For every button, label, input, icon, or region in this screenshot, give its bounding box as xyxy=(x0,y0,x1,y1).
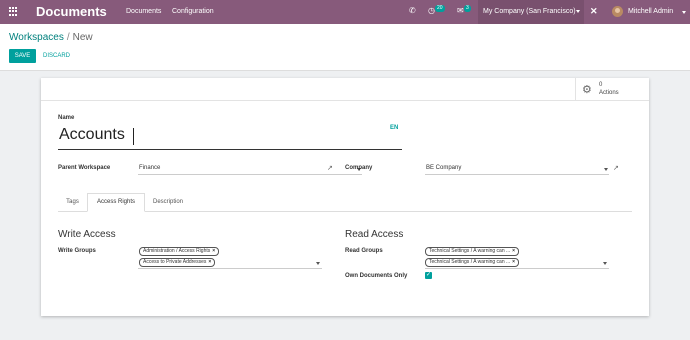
message-count-badge: 3 xyxy=(464,5,471,12)
tab-tags[interactable]: Tags xyxy=(58,194,87,211)
write-group-tag[interactable]: Administration / Access Rights × xyxy=(139,247,220,256)
remove-tag-icon[interactable]: × xyxy=(512,248,515,254)
write-groups-input[interactable] xyxy=(138,268,322,269)
read-group-tag[interactable]: Technical Settings / A warning can ... × xyxy=(425,258,520,267)
user-avatar[interactable] xyxy=(612,6,623,17)
tag-label: Administration / Access Rights xyxy=(143,248,211,254)
own-documents-checkbox[interactable]: ✓ xyxy=(425,272,432,279)
external-link-icon[interactable]: ↗ xyxy=(613,164,619,172)
actions-stat-button[interactable]: ⚙ 0 Actions xyxy=(575,78,650,100)
breadcrumb-workspaces[interactable]: Workspaces xyxy=(9,32,64,43)
write-access-title: Write Access xyxy=(58,229,116,240)
write-group-tag[interactable]: Access to Private Addresses × xyxy=(139,258,216,267)
app-title[interactable]: Documents xyxy=(36,4,107,19)
menu-configuration[interactable]: Configuration xyxy=(172,8,214,15)
name-label: Name xyxy=(58,115,75,121)
company-label: Company xyxy=(345,165,373,171)
debug-tools-icon[interactable]: ✕ xyxy=(590,6,598,17)
name-value: Accounts xyxy=(59,126,125,143)
gears-icon: ⚙ xyxy=(582,84,592,96)
discard-button[interactable]: DISCARD xyxy=(43,53,70,59)
tag-label: Technical Settings / A warning can ... xyxy=(429,259,511,265)
phone-icon[interactable]: ✆ xyxy=(409,6,416,15)
text-cursor xyxy=(133,128,134,145)
chevron-down-icon xyxy=(316,262,320,265)
breadcrumb-separator: / xyxy=(66,32,70,43)
save-button[interactable]: SAVE xyxy=(9,49,36,63)
top-navbar: Documents Documents Configuration ✆ ◷ 20… xyxy=(0,0,690,24)
control-panel: Workspaces / New SAVE DISCARD xyxy=(0,24,690,71)
tag-label: Technical Settings / A warning can ... xyxy=(429,248,511,254)
user-menu[interactable]: Mitchell Admin xyxy=(628,8,673,15)
read-access-title: Read Access xyxy=(345,229,404,240)
external-link-icon[interactable]: ↗ xyxy=(327,164,333,172)
company-select[interactable]: BE Company xyxy=(425,164,609,175)
chevron-down-icon xyxy=(604,168,608,171)
button-box: ⚙ 0 Actions xyxy=(41,78,649,101)
write-groups-label: Write Groups xyxy=(58,248,96,254)
remove-tag-icon[interactable]: × xyxy=(512,259,515,265)
messages-icon[interactable]: ✉ xyxy=(457,6,464,15)
remove-tag-icon[interactable]: × xyxy=(208,259,211,265)
company-switcher[interactable]: My Company (San Francisco) xyxy=(478,0,584,24)
menu-documents[interactable]: Documents xyxy=(126,8,161,15)
read-groups-input[interactable] xyxy=(425,268,609,269)
tag-label: Access to Private Addresses xyxy=(143,259,207,265)
company-switcher-label: My Company (San Francisco) xyxy=(483,8,576,15)
translate-button[interactable]: EN xyxy=(390,125,398,131)
company-value: BE Company xyxy=(426,165,462,171)
tab-access-rights[interactable]: Access Rights xyxy=(87,193,145,212)
own-documents-label: Own Documents Only xyxy=(345,273,408,279)
breadcrumb-current: New xyxy=(72,32,93,43)
chevron-down-icon xyxy=(576,10,580,13)
chevron-down-icon xyxy=(682,11,686,14)
chevron-down-icon xyxy=(603,262,607,265)
activity-clock-icon[interactable]: ◷ xyxy=(428,6,435,15)
parent-workspace-label: Parent Workspace xyxy=(58,165,111,171)
read-groups-label: Read Groups xyxy=(345,248,383,254)
apps-menu-icon[interactable] xyxy=(9,7,18,16)
breadcrumb: Workspaces / New xyxy=(9,32,93,43)
read-group-tag[interactable]: Technical Settings / A warning can ... × xyxy=(425,247,520,256)
notebook-tabs: Tags Access Rights Description xyxy=(58,193,632,212)
remove-tag-icon[interactable]: × xyxy=(212,248,215,254)
parent-workspace-value: Finance xyxy=(139,165,161,171)
actions-count: 0 xyxy=(599,82,603,88)
form-sheet: ⚙ 0 Actions Name Accounts EN Parent Work… xyxy=(41,78,649,316)
name-input[interactable]: Accounts xyxy=(58,124,402,150)
tab-description[interactable]: Description xyxy=(144,194,192,211)
actions-label: Actions xyxy=(599,90,619,96)
activity-count-badge: 20 xyxy=(435,5,445,12)
